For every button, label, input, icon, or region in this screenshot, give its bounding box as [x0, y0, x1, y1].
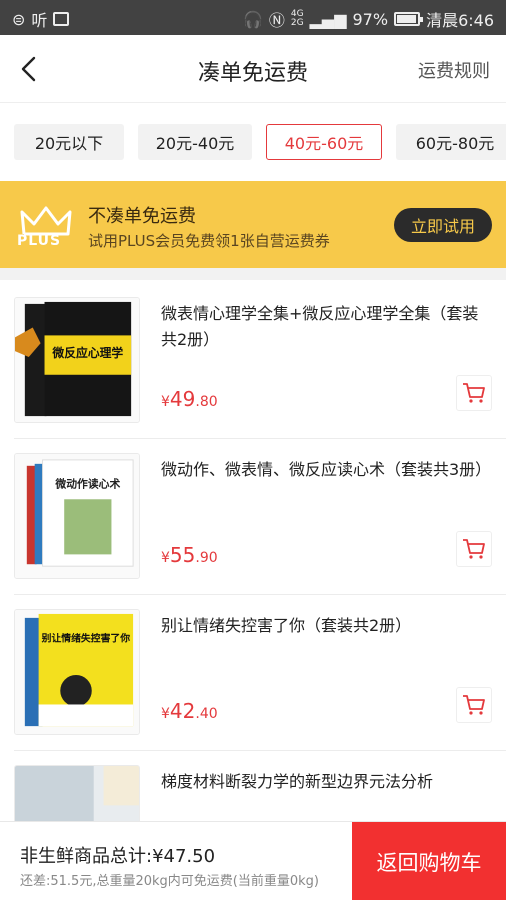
headphone-icon: 🎧	[242, 9, 263, 29]
price-currency: ¥	[161, 550, 170, 566]
add-to-cart-button[interactable]	[456, 531, 492, 567]
plus-banner[interactable]: PLUS 不凑单免运费 试用PLUS会员免费领1张自营运费券 立即试用	[0, 181, 506, 268]
status-bar: ⊜ 听 🎧 Ⓝ 4G 2G ▂▄▆ 97% 清晨6:46	[0, 0, 506, 35]
status-right: 🎧 Ⓝ 4G 2G ▂▄▆ 97% 清晨6:46	[243, 7, 494, 31]
battery-percent: 97%	[352, 9, 389, 29]
filter-chip-0[interactable]: 20元以下	[14, 124, 124, 160]
cart-icon	[463, 695, 485, 715]
book-cover-image: 别让情绪失控害了你	[15, 610, 139, 734]
product-price: ¥55.90	[161, 543, 218, 567]
signal-icon: ▂▄▆	[309, 9, 347, 29]
alert-icon: ⊜	[12, 9, 26, 29]
cart-icon	[463, 539, 485, 559]
price-currency: ¥	[161, 706, 170, 722]
product-image[interactable]	[14, 765, 140, 821]
product-item[interactable]: 别让情绪失控害了你 别让情绪失控害了你（套装共2册） ¥42.40	[0, 595, 506, 751]
product-price: ¥49.80	[161, 387, 218, 411]
product-image[interactable]: 别让情绪失控害了你	[14, 609, 140, 735]
shipping-rules-link[interactable]: 运费规则	[418, 57, 490, 83]
cart-total: 非生鲜商品总计:¥47.50	[20, 846, 216, 867]
cover-title: 微反应心理学	[51, 346, 123, 360]
plus-logo-text: PLUS	[17, 233, 62, 249]
book-cover-image	[15, 766, 139, 821]
network-indicator: 4G 2G	[291, 10, 304, 28]
nav-bar: 凑单免运费 运费规则	[0, 35, 506, 103]
cart-icon	[463, 383, 485, 403]
add-to-cart-button[interactable]	[456, 375, 492, 411]
network-bottom: 2G	[290, 18, 304, 28]
product-image[interactable]: 微反应心理学	[14, 297, 140, 423]
add-to-cart-button[interactable]	[456, 687, 492, 723]
bottom-bar: 非生鲜商品总计:¥47.50 还差:51.5元,总重量20kg内可免运费(当前重…	[0, 821, 506, 900]
product-price: ¥42.40	[161, 699, 218, 723]
back-to-cart-button[interactable]: 返回购物车	[352, 822, 506, 900]
cover-title: 微动作读心术	[54, 476, 120, 490]
battery-icon	[394, 12, 424, 26]
price-integer: 49	[169, 387, 196, 411]
briefcase-icon	[53, 12, 70, 26]
banner-title: 不凑单免运费	[88, 206, 196, 227]
product-item[interactable]: 梯度材料断裂力学的新型边界元法分析	[0, 751, 506, 821]
book-cover-image: 微反应心理学	[15, 298, 139, 422]
section-divider	[0, 268, 506, 280]
filter-chip-1[interactable]: 20元-40元	[138, 124, 252, 160]
nfc-icon: Ⓝ	[268, 11, 285, 30]
clock: 清晨6:46	[426, 11, 494, 30]
product-item[interactable]: 微反应心理学 微表情心理学全集+微反应心理学全集（套装共2册） ¥49.80	[0, 283, 506, 439]
price-filter-bar: 20元以下 20元-40元 40元-60元 60元-80元	[0, 103, 506, 181]
filter-chip-3[interactable]: 60元-80元	[396, 124, 506, 160]
shipping-hint: 还差:51.5元,总重量20kg内可免运费(当前重量0kg)	[20, 874, 319, 889]
banner-subtitle: 试用PLUS会员免费领1张自营运费券	[88, 232, 330, 250]
price-integer: 55	[169, 543, 196, 567]
try-now-button[interactable]: 立即试用	[394, 208, 492, 242]
cover-title: 别让情绪失控害了你	[41, 631, 131, 644]
book-cover-image: 微动作读心术	[15, 454, 139, 578]
price-decimal: .90	[195, 550, 218, 566]
filter-chip-2[interactable]: 40元-60元	[266, 124, 382, 160]
product-title[interactable]: 微表情心理学全集+微反应心理学全集（套装共2册）	[161, 301, 491, 353]
product-image[interactable]: 微动作读心术	[14, 453, 140, 579]
battery-level	[397, 15, 417, 23]
listen-app-label: 听	[31, 11, 48, 30]
product-item[interactable]: 微动作读心术 微动作、微表情、微反应读心术（套装共3册） ¥55.90	[0, 439, 506, 595]
price-decimal: .80	[195, 394, 218, 410]
product-title[interactable]: 别让情绪失控害了你（套装共2册）	[161, 613, 491, 639]
product-title[interactable]: 梯度材料断裂力学的新型边界元法分析	[161, 769, 491, 795]
price-decimal: .40	[195, 706, 218, 722]
price-integer: 42	[169, 699, 196, 723]
status-left: ⊜ 听	[12, 7, 70, 31]
price-currency: ¥	[161, 394, 170, 410]
product-title[interactable]: 微动作、微表情、微反应读心术（套装共3册）	[161, 457, 491, 483]
